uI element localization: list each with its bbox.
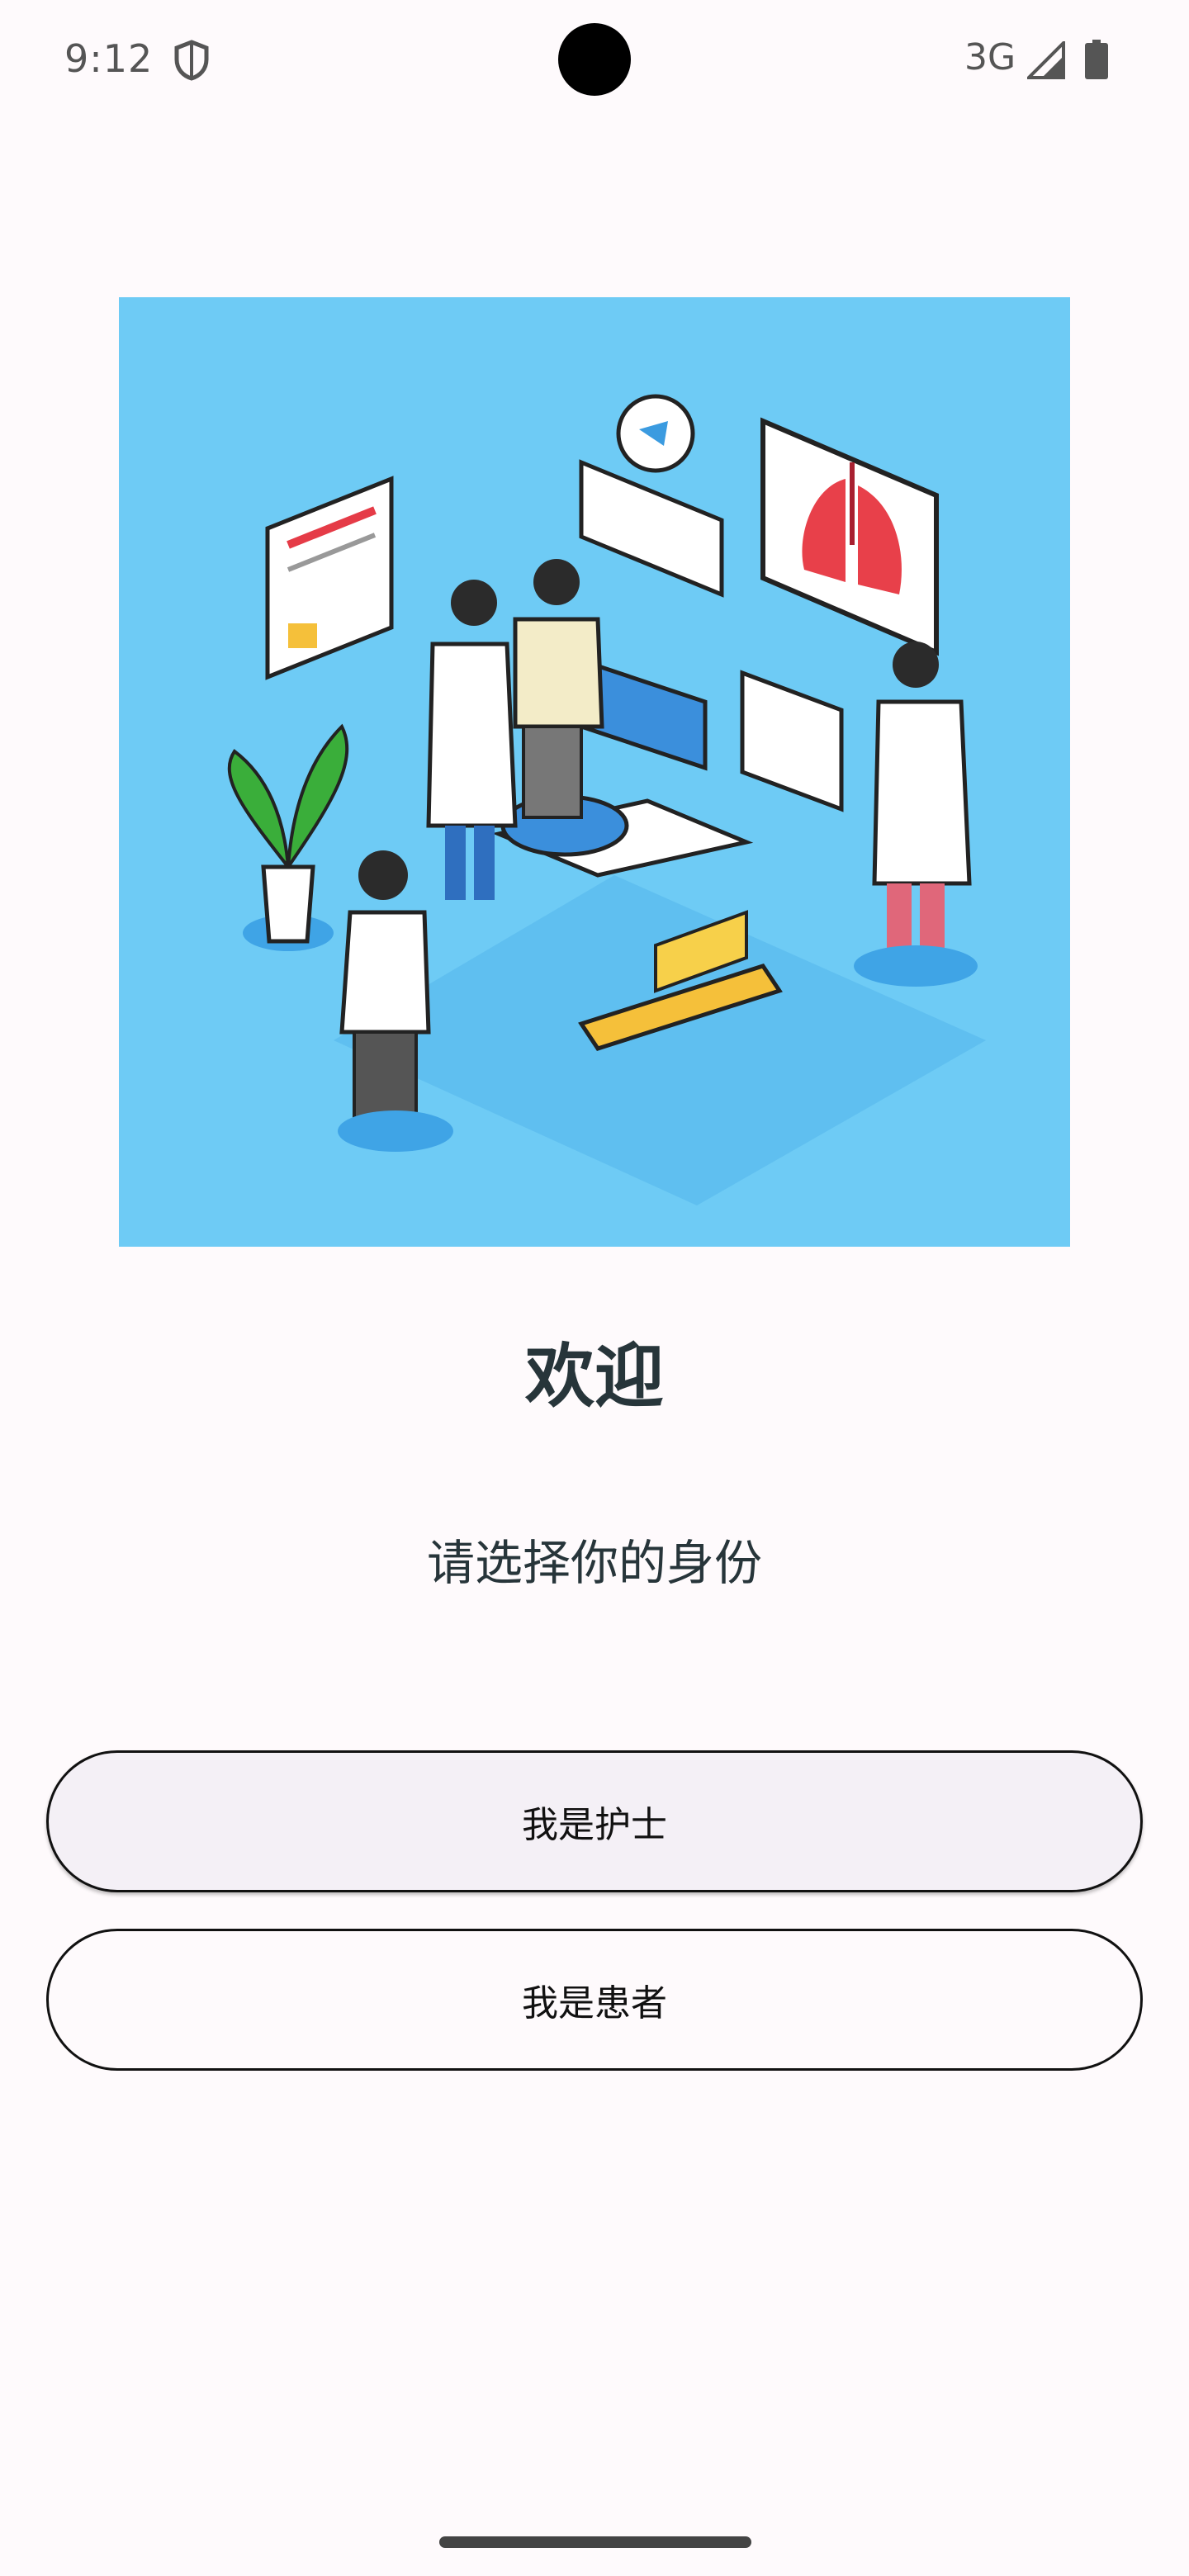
- home-indicator[interactable]: [439, 2536, 751, 2548]
- patient-role-label: 我是患者: [522, 1982, 667, 2024]
- welcome-subtitle: 请选择你的身份: [426, 1535, 762, 1591]
- nurse-role-button[interactable]: 我是护士: [46, 1750, 1143, 1892]
- patient-role-button[interactable]: 我是患者: [46, 1929, 1143, 2071]
- nurse-role-label: 我是护士: [522, 1804, 667, 1846]
- shield-icon: [174, 40, 209, 81]
- battery-icon: [1085, 40, 1108, 79]
- welcome-title: 欢迎: [524, 1336, 664, 1417]
- status-time: 9:12: [64, 36, 154, 81]
- network-type: 3G: [964, 36, 1016, 78]
- signal-icon: [1027, 41, 1065, 79]
- status-bar: 9:12 3G: [0, 0, 1189, 124]
- medical-team-illustration: [119, 297, 1070, 1247]
- front-camera: [558, 23, 631, 96]
